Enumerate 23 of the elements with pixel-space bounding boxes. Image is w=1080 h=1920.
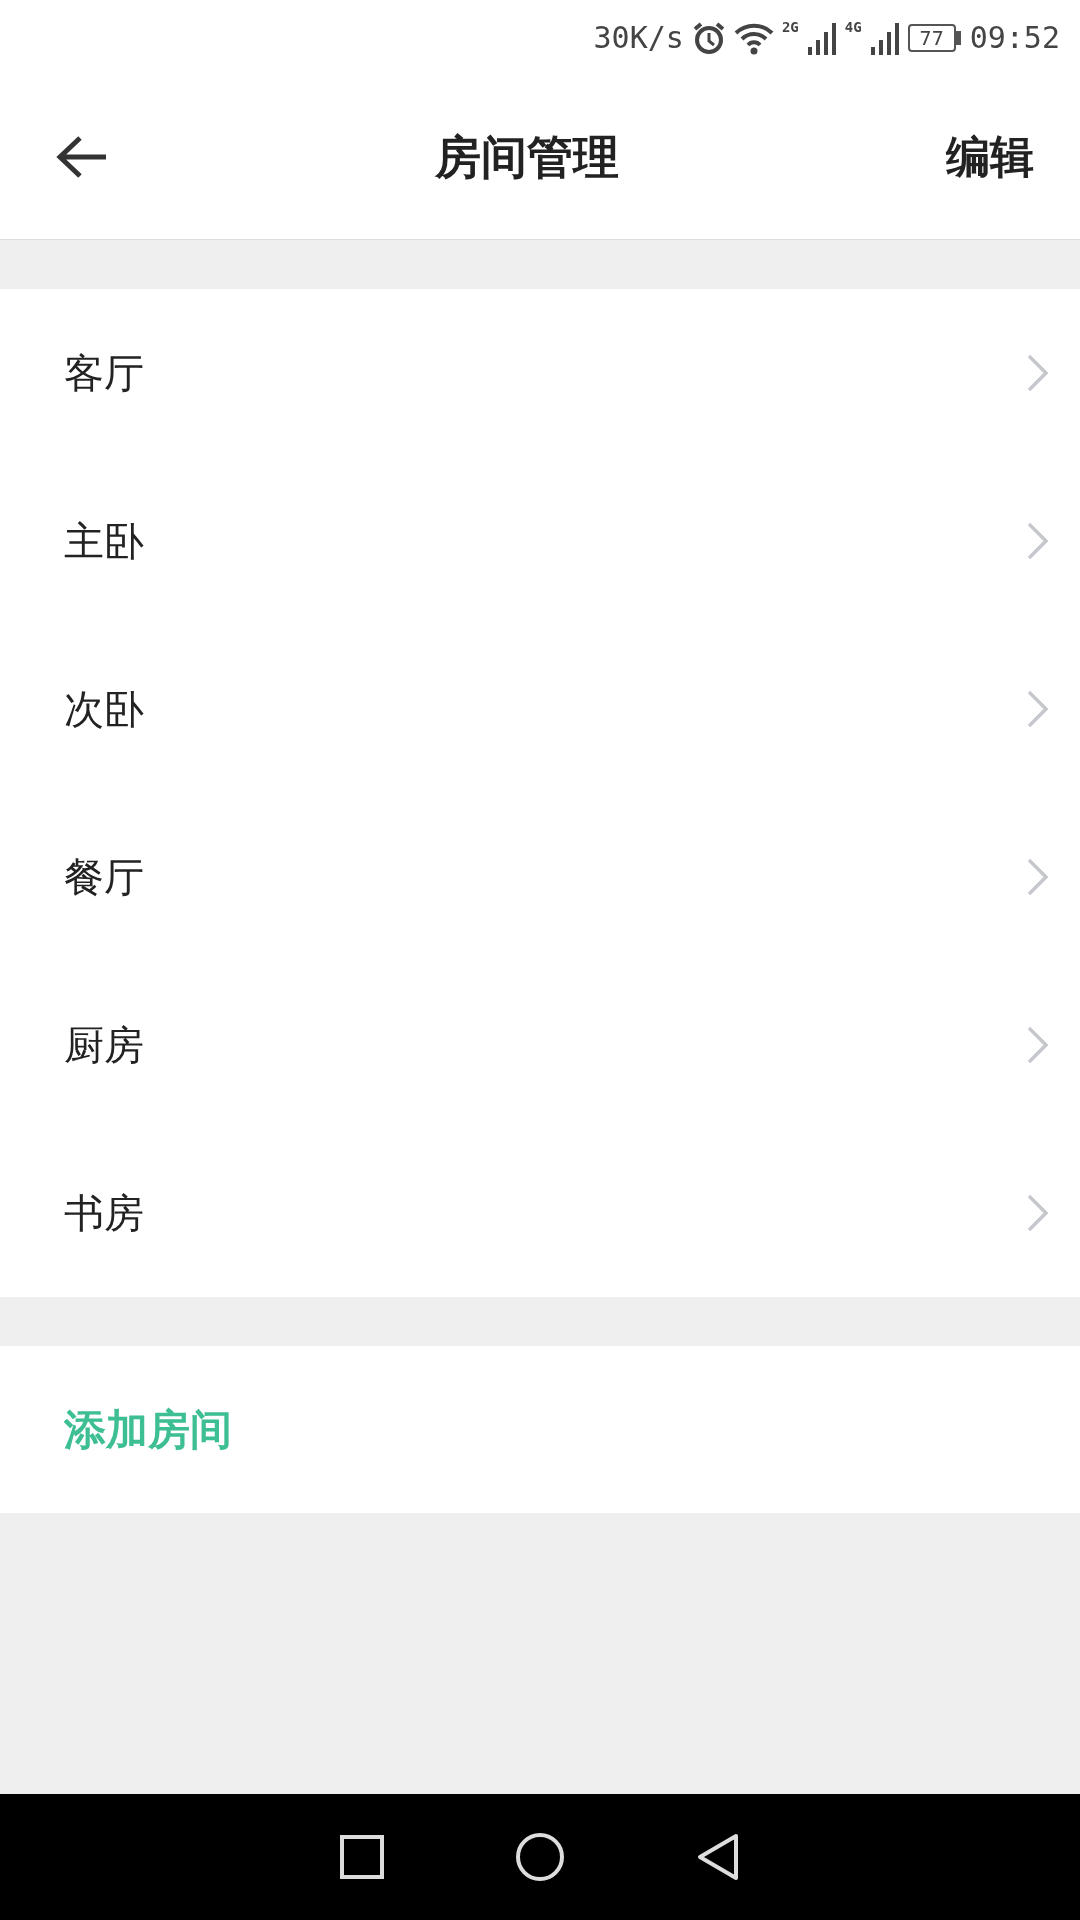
- battery-indicator: 77: [907, 23, 956, 52]
- chevron-right-icon: [1026, 1193, 1050, 1233]
- home-icon: [516, 1833, 564, 1881]
- chevron-right-icon: [1026, 857, 1050, 897]
- chevron-right-icon: [1026, 521, 1050, 561]
- clock: 09:52: [969, 19, 1060, 57]
- back-arrow-icon: [56, 135, 108, 179]
- page-title: 房间管理: [435, 128, 619, 186]
- signal-icon: [869, 20, 900, 55]
- battery-tip-icon: [955, 30, 962, 45]
- network-speed: 30K/s: [593, 19, 684, 57]
- back-button[interactable]: [56, 135, 108, 179]
- chevron-right-icon: [1026, 689, 1050, 729]
- chevron-right-icon: [1026, 1025, 1050, 1065]
- network-label: 2G: [781, 20, 799, 34]
- alarm-icon: [691, 20, 726, 55]
- signal-icon: [806, 20, 837, 55]
- recent-apps-icon: [338, 1833, 386, 1881]
- edit-button[interactable]: 编辑: [946, 124, 1034, 190]
- network-label: 4G: [844, 20, 862, 34]
- home-button[interactable]: [516, 1833, 564, 1881]
- recent-apps-button[interactable]: [338, 1833, 386, 1881]
- chevron-right-icon: [1026, 353, 1050, 393]
